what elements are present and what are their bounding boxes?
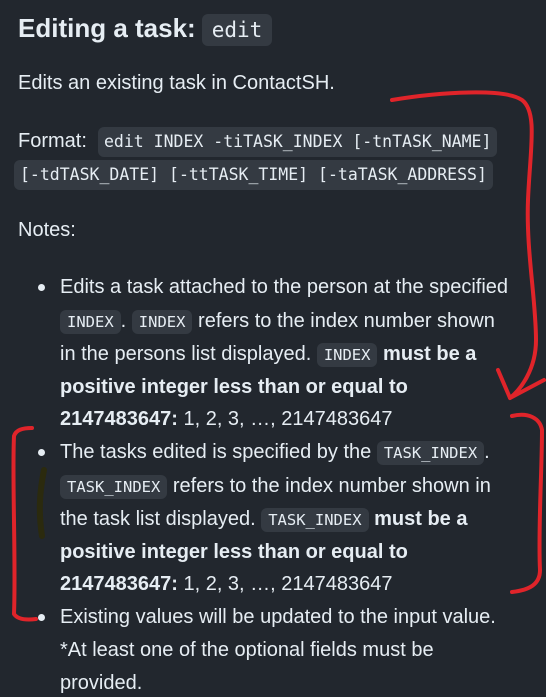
bullet-icon xyxy=(38,449,45,456)
note2-line2: TASK_INDEX refers to the index number sh… xyxy=(60,472,491,501)
doc-page: Editing a task: edit Edits an existing ta… xyxy=(0,0,546,697)
bullet-icon xyxy=(38,284,45,291)
note1-line2: INDEX. INDEX refers to the index number … xyxy=(60,307,495,336)
intro-text: Edits an existing task in ContactSH. xyxy=(18,72,335,94)
notes-label: Notes: xyxy=(18,219,76,241)
note1-line1: Edits a task attached to the person at t… xyxy=(60,276,509,298)
red-left-bracket xyxy=(11,426,38,622)
command-code: edit xyxy=(201,14,273,46)
note2-code-task-index-3: TASK_INDEX xyxy=(261,508,369,532)
bullet-icon xyxy=(38,614,45,621)
note3-line1: Existing values will be updated to the i… xyxy=(60,606,496,628)
note3-line2: *At least one of the optional fields mus… xyxy=(60,639,434,661)
format-code-line-1: edit INDEX -tiTASK_INDEX [-tnTASK_NAME] xyxy=(98,127,498,157)
note2-line5: 2147483647: 1, 2, 3, …, 2147483647 xyxy=(60,573,393,595)
note3-line3: provided. xyxy=(60,672,143,694)
red-arrowhead-annotation xyxy=(496,368,546,400)
note2-code-task-index: TASK_INDEX xyxy=(376,441,485,465)
note2-line4: positive integer less than or equal to xyxy=(60,541,408,563)
note1-line5: 2147483647: 1, 2, 3, …, 2147483647 xyxy=(60,408,393,430)
section-heading: Editing a task: edit xyxy=(18,8,273,50)
note2-line3: the task list displayed. TASK_INDEX must… xyxy=(60,508,468,532)
note2-code-task-index-2: TASK_INDEX xyxy=(60,475,168,499)
note1-code-index-2: INDEX xyxy=(131,310,193,334)
format-code-line-2: [-tdTASK_DATE] [-ttTASK_TIME] [-taTASK_A… xyxy=(14,160,493,190)
section-title: Editing a task: xyxy=(18,13,196,43)
note1-line3: in the persons list displayed. INDEX mus… xyxy=(60,343,477,367)
format-label: Format: xyxy=(18,130,87,152)
note2-line1: The tasks edited is specified by the TAS… xyxy=(60,441,490,465)
note1-code-index: INDEX xyxy=(60,310,121,334)
note1-line4: positive integer less than or equal to xyxy=(60,376,408,398)
red-right-bracket xyxy=(510,412,544,594)
dark-margin-mark xyxy=(36,467,47,539)
note1-code-index-3: INDEX xyxy=(316,343,378,367)
